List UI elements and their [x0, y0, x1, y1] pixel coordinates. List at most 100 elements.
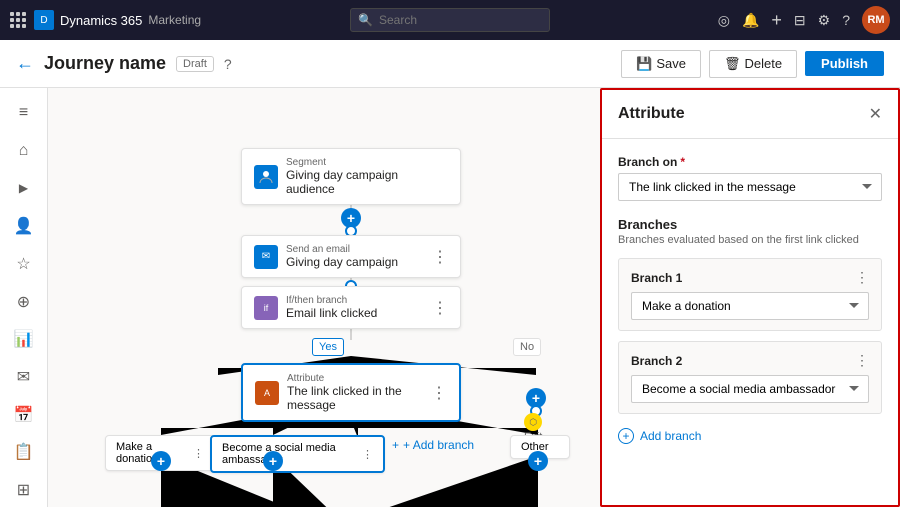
sidebar-grid-icon[interactable]: ⊞ — [6, 473, 42, 507]
sidebar-star-icon[interactable]: ☆ — [6, 247, 42, 281]
app-module: Marketing — [148, 13, 201, 27]
add-icon[interactable]: + — [771, 10, 782, 31]
branch-ambassador-node[interactable]: Become a social media ambassador ⋮ — [210, 435, 385, 473]
search-container: 🔍 — [350, 8, 550, 32]
yes-label: Yes — [312, 338, 344, 356]
add-after-donate[interactable]: + — [151, 451, 171, 471]
branch-1-label: Branch 1 — [631, 271, 682, 285]
sidebar-chart-icon[interactable]: 📊 — [6, 322, 42, 356]
email-type: Send an email — [286, 244, 424, 255]
sidebar-add-icon[interactable]: ⊕ — [6, 285, 42, 319]
add-branch-plus-icon: + — [618, 428, 634, 444]
attribute-icon: A — [255, 381, 279, 405]
ifthen-label: Email link clicked — [286, 306, 424, 320]
sidebar-calendar-icon[interactable]: 📅 — [6, 398, 42, 432]
top-nav: D Dynamics 365 Marketing 🔍 ◎ 🔔 + ⊟ ⚙ ? R… — [0, 0, 900, 40]
segment-icon — [254, 165, 278, 189]
add-branch-panel-btn[interactable]: + Add branch — [618, 424, 701, 448]
help-icon[interactable]: ? — [842, 12, 850, 28]
sidebar-play-icon[interactable]: ▶ — [6, 171, 42, 205]
branch-2-menu-icon[interactable]: ⋮ — [855, 352, 869, 369]
sidebar-list-icon[interactable]: 📋 — [6, 436, 42, 470]
segment-content: Segment Giving day campaign audience — [286, 157, 448, 196]
required-marker: * — [680, 155, 685, 169]
attribute-type: Attribute — [287, 373, 423, 384]
search-input[interactable] — [350, 8, 550, 32]
branches-desc: Branches evaluated based on the first li… — [618, 234, 882, 246]
sidebar-home-icon[interactable]: ⌂ — [6, 134, 42, 168]
branch-1-select[interactable]: Make a donation — [631, 292, 869, 320]
sidebar-journey-icon[interactable]: 👤 — [6, 209, 42, 243]
main-layout: ≡ ⌂ ▶ 👤 ☆ ⊕ 📊 ✉ 📅 📋 ⊞ — [0, 88, 900, 507]
add-after-other[interactable]: + — [528, 451, 548, 471]
nav-actions: 💾 Save 🗑 Delete Publish — [621, 50, 884, 78]
branch-on-select[interactable]: The link clicked in the message — [618, 173, 882, 201]
delete-icon: 🗑 — [724, 56, 741, 72]
status-badge: Draft — [176, 56, 214, 72]
branch-ambassador-label: Become a social media ambassador — [222, 442, 356, 466]
delete-button[interactable]: 🗑 Delete — [709, 50, 797, 78]
branches-title: Branches — [618, 217, 882, 232]
panel-close-button[interactable]: ✕ — [869, 104, 882, 124]
attribute-label: The link clicked in the message — [287, 384, 423, 412]
attribute-menu-icon[interactable]: ⋮ — [431, 383, 447, 403]
nav-right: ◎ 🔔 + ⊟ ⚙ ? RM — [718, 6, 890, 34]
sidebar-menu-icon[interactable]: ≡ — [6, 96, 42, 130]
branch-2-item: Branch 2 ⋮ Become a social media ambassa… — [618, 341, 882, 414]
segment-type: Segment — [286, 157, 448, 168]
search-icon: 🔍 — [358, 13, 373, 27]
branch-on-label: Branch on * — [618, 155, 882, 169]
no-label: No — [513, 338, 541, 356]
panel-body: Branch on * The link clicked in the mess… — [602, 139, 898, 464]
add-branch-plus-icon: + — [392, 438, 399, 452]
email-content: Send an email Giving day campaign — [286, 244, 424, 269]
left-sidebar: ≡ ⌂ ▶ 👤 ☆ ⊕ 📊 ✉ 📅 📋 ⊞ — [0, 88, 48, 507]
feedback-icon[interactable]: ◎ — [718, 12, 730, 29]
email-label: Giving day campaign — [286, 255, 424, 269]
publish-button[interactable]: Publish — [805, 51, 884, 76]
filter-icon[interactable]: ⊟ — [794, 12, 806, 29]
email-node[interactable]: ✉ Send an email Giving day campaign ⋮ — [241, 235, 461, 278]
branch-2-header: Branch 2 ⋮ — [631, 352, 869, 369]
page-title: Journey name — [44, 53, 166, 74]
panel-header: Attribute ✕ — [602, 90, 898, 139]
attribute-panel: Attribute ✕ Branch on * The link clicked… — [600, 88, 900, 507]
exit-icon-right: ⬡ — [524, 413, 542, 431]
branch-donate-menu[interactable]: ⋮ — [193, 447, 204, 460]
ifthen-content: If/then branch Email link clicked — [286, 295, 424, 320]
help-icon-nav: ? — [224, 56, 232, 72]
ifthen-menu-icon[interactable]: ⋮ — [432, 298, 448, 318]
email-menu-icon[interactable]: ⋮ — [432, 247, 448, 267]
branch-2-label: Branch 2 — [631, 354, 682, 368]
save-button[interactable]: 💾 Save — [621, 50, 701, 78]
branch-2-select[interactable]: Become a social media ambassador — [631, 375, 869, 403]
add-after-ambassador[interactable]: + — [263, 451, 283, 471]
app-name: Dynamics 365 — [60, 13, 142, 28]
ifthen-icon: if — [254, 296, 278, 320]
app-logo: D Dynamics 365 Marketing — [34, 10, 201, 30]
ifthen-node[interactable]: if If/then branch Email link clicked ⋮ — [241, 286, 461, 329]
attribute-node[interactable]: A Attribute The link clicked in the mess… — [241, 363, 461, 422]
branch-1-header: Branch 1 ⋮ — [631, 269, 869, 286]
secondary-nav: ← Journey name Draft ? 💾 Save 🗑 Delete P… — [0, 40, 900, 88]
panel-title: Attribute — [618, 105, 685, 123]
branch-ambassador-menu[interactable]: ⋮ — [362, 448, 373, 461]
bell-icon[interactable]: 🔔 — [742, 12, 759, 29]
avatar[interactable]: RM — [862, 6, 890, 34]
save-icon: 💾 — [636, 56, 652, 72]
settings-icon[interactable]: ⚙ — [818, 12, 831, 29]
ifthen-type: If/then branch — [286, 295, 424, 306]
back-button[interactable]: ← — [16, 53, 34, 74]
segment-node[interactable]: Segment Giving day campaign audience — [241, 148, 461, 205]
app-grid-icon[interactable] — [10, 12, 26, 28]
sidebar-email-icon[interactable]: ✉ — [6, 360, 42, 394]
email-icon: ✉ — [254, 245, 278, 269]
segment-label: Giving day campaign audience — [286, 168, 448, 196]
branch-1-menu-icon[interactable]: ⋮ — [855, 269, 869, 286]
attribute-content: Attribute The link clicked in the messag… — [287, 373, 423, 412]
branch-on-group: Branch on * The link clicked in the mess… — [618, 155, 882, 201]
dynamics-icon: D — [34, 10, 54, 30]
branch-1-item: Branch 1 ⋮ Make a donation — [618, 258, 882, 331]
add-branch-canvas-btn[interactable]: + + Add branch — [392, 438, 474, 452]
branches-section: Branches Branches evaluated based on the… — [618, 217, 882, 448]
